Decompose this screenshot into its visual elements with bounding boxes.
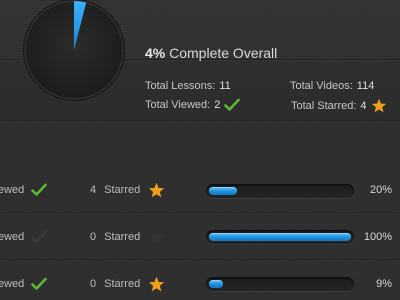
summary-header: 4% Complete Overall Total Lessons: 11 To… (0, 0, 400, 122)
progress-percent: 20% (369, 183, 392, 196)
total-viewed-value: 2 (214, 99, 221, 111)
progress-bar (206, 184, 354, 198)
star-icon[interactable] (148, 276, 165, 292)
progress-percent: 100% (363, 230, 392, 243)
starred-cell: 4 Starred (90, 167, 165, 212)
check-icon[interactable] (31, 277, 48, 291)
check-icon[interactable] (31, 230, 48, 244)
stat-total-lessons: Total Lessons: 11 (145, 80, 231, 92)
total-videos-value: 114 (356, 80, 375, 92)
overall-progress-pie (22, 0, 126, 102)
starred-label: Starred (104, 183, 141, 196)
starred-count: 4 (90, 183, 97, 196)
viewed-label: ewed (0, 183, 25, 196)
progress-bar (206, 277, 354, 291)
starred-cell: 0 Starred (90, 214, 165, 259)
check-icon[interactable] (31, 183, 48, 197)
stat-total-videos: Total Videos: 114 (290, 80, 374, 92)
starred-label: Starred (104, 277, 141, 290)
viewed-label: ewed (0, 230, 25, 243)
viewed-cell: ewed (0, 214, 48, 259)
total-lessons-label: Total Lessons: (145, 80, 216, 92)
stat-total-viewed: Total Viewed: 2 (145, 98, 241, 112)
progress-bar (206, 230, 354, 244)
starred-count: 0 (90, 277, 97, 290)
star-icon (371, 98, 387, 113)
starred-cell: 0 Starred (90, 261, 165, 300)
total-starred-label: Total Starred: (291, 99, 357, 112)
viewed-cell: ewed (0, 261, 48, 300)
total-videos-label: Total Videos: (290, 80, 353, 92)
starred-count: 0 (90, 230, 97, 243)
check-icon (224, 98, 241, 112)
lesson-row[interactable]: ewed 4 Starred 20% (0, 167, 400, 214)
total-lessons-value: 11 (219, 80, 231, 92)
lesson-row[interactable]: ewed 0 Starred 9% (0, 261, 400, 300)
header-bottom-divider (0, 120, 400, 122)
total-starred-value: 4 (360, 99, 367, 112)
overall-complete: 4% Complete Overall (145, 45, 277, 61)
star-icon[interactable] (148, 182, 165, 198)
stat-total-starred: Total Starred: 4 (291, 98, 387, 113)
lesson-row[interactable]: ewed 0 Starred 100% (0, 214, 400, 261)
progress-percent: 9% (376, 277, 392, 290)
course-progress-panel: 4% Complete Overall Total Lessons: 11 To… (0, 0, 400, 300)
overall-percent: 4% (145, 45, 166, 61)
progress-bar-fill (209, 233, 351, 241)
progress-bar-fill (209, 187, 237, 195)
total-viewed-label: Total Viewed: (145, 99, 211, 111)
viewed-label: ewed (0, 277, 25, 290)
overall-complete-text: Complete Overall (169, 45, 278, 61)
starred-label: Starred (104, 230, 141, 243)
viewed-cell: ewed (0, 167, 48, 212)
star-icon[interactable] (148, 229, 165, 245)
progress-bar-fill (209, 280, 223, 288)
